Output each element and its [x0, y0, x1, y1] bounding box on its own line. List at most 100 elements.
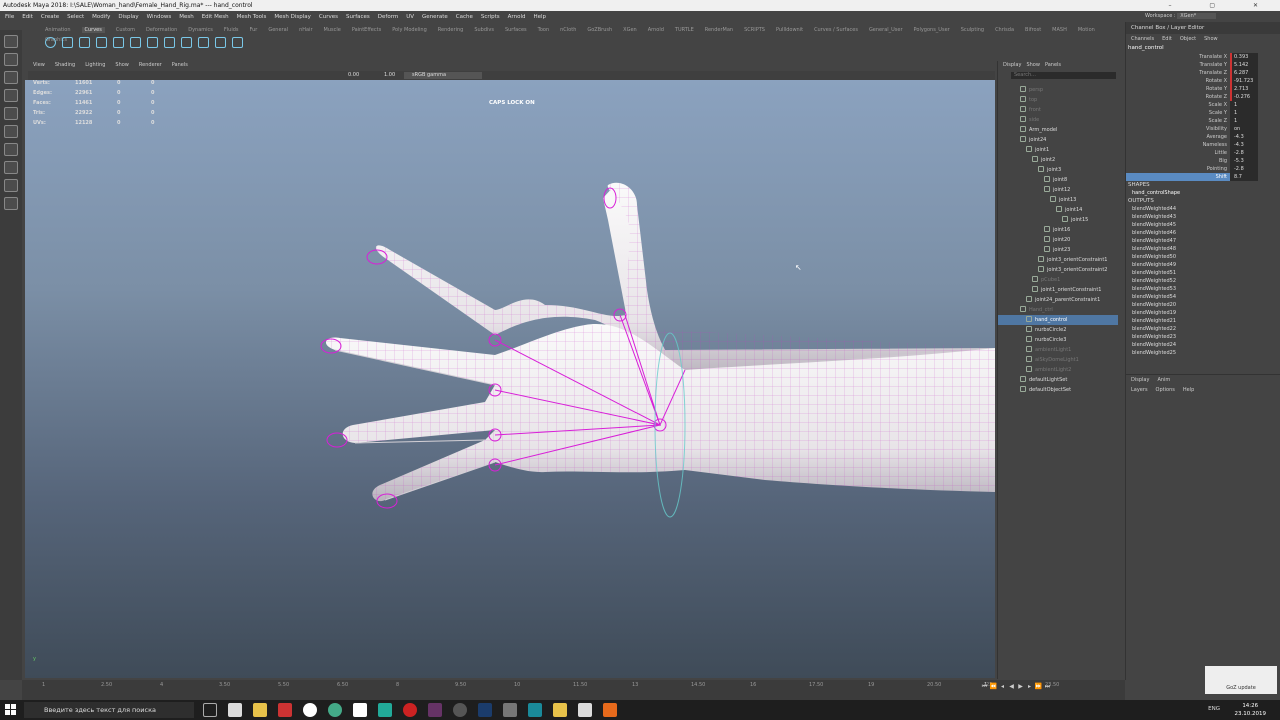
attribute-row[interactable]: Shift 8.7 — [1126, 173, 1280, 181]
layer-menu-item[interactable]: Options — [1156, 387, 1175, 393]
shelf-tab[interactable]: General — [268, 27, 288, 33]
attribute-value[interactable]: -0.276 — [1230, 93, 1258, 101]
output-node[interactable]: blendWeighted24 — [1126, 341, 1280, 349]
offset-curve-icon[interactable] — [215, 37, 226, 48]
output-node[interactable]: blendWeighted20 — [1126, 301, 1280, 309]
attribute-value[interactable]: -2.8 — [1230, 149, 1258, 157]
shelf-tab[interactable]: Poly Modeling — [392, 27, 427, 33]
viewport-panel[interactable]: Verts: 11601 0 0 Edges: 22961 0 0 Faces: 11461 0 0 T… — [25, 80, 995, 678]
output-node[interactable]: blendWeighted51 — [1126, 269, 1280, 277]
shelf-tab[interactable]: Subdivs — [474, 27, 494, 33]
output-node[interactable]: blendWeighted49 — [1126, 261, 1280, 269]
shelf-tab[interactable]: Animation — [45, 27, 71, 33]
move-tool-icon[interactable] — [4, 89, 18, 102]
outliner-item[interactable]: side — [998, 115, 1118, 125]
outliner-item[interactable]: front — [998, 105, 1118, 115]
play-forward-icon[interactable]: ▶ — [1016, 683, 1025, 690]
four-view-icon[interactable] — [4, 179, 18, 192]
step-forward-key-icon[interactable]: ⏩ — [1034, 683, 1043, 690]
output-node[interactable]: blendWeighted50 — [1126, 253, 1280, 261]
outliner-item[interactable]: persp — [998, 85, 1118, 95]
output-node[interactable]: blendWeighted46 — [1126, 229, 1280, 237]
layer-tab[interactable]: Display — [1131, 377, 1149, 383]
outliner-item[interactable]: nurbsCircle3 — [998, 335, 1118, 345]
shelf-tab[interactable]: PaintEffects — [352, 27, 381, 33]
attribute-value[interactable]: 5.142 — [1230, 61, 1258, 69]
outliner-item[interactable]: joint24 — [998, 135, 1118, 145]
menu-item[interactable]: File — [5, 14, 14, 20]
clock[interactable]: 14:26 23.10.2019 — [1235, 702, 1267, 718]
menu-item[interactable]: Create — [41, 14, 59, 20]
attribute-value[interactable]: -5.3 — [1230, 157, 1258, 165]
obs-icon[interactable] — [453, 703, 467, 717]
outliner-item[interactable]: joint13 — [998, 195, 1118, 205]
last-tool-icon[interactable] — [4, 143, 18, 156]
menu-item[interactable]: Modify — [92, 14, 110, 20]
outliner-item[interactable]: joint3 — [998, 165, 1118, 175]
skype-icon[interactable] — [403, 703, 417, 717]
attribute-row[interactable]: Visibility on — [1126, 125, 1280, 133]
nurbs-circle-icon[interactable] — [45, 37, 56, 48]
shelf-tab[interactable]: Bifrost — [1025, 27, 1041, 33]
chrome-icon[interactable] — [328, 703, 342, 717]
rebuild-curve-icon[interactable] — [181, 37, 192, 48]
reverse-curve-icon[interactable] — [198, 37, 209, 48]
attribute-row[interactable]: Big -5.3 — [1126, 157, 1280, 165]
xn-icon[interactable] — [428, 703, 442, 717]
attribute-row[interactable]: Scale X1 — [1126, 101, 1280, 109]
play-back-icon[interactable]: ◀ — [1007, 683, 1016, 690]
photoshop-icon[interactable] — [478, 703, 492, 717]
channel-box-menu-item[interactable]: Edit — [1162, 36, 1172, 42]
attribute-value[interactable]: -4.3 — [1230, 133, 1258, 141]
output-node[interactable]: blendWeighted48 — [1126, 245, 1280, 253]
output-node[interactable]: blendWeighted45 — [1126, 221, 1280, 229]
menu-item[interactable]: Display — [118, 14, 138, 20]
menu-item[interactable]: Select — [67, 14, 84, 20]
step-forward-icon[interactable]: ▸ — [1025, 683, 1034, 690]
gamma-field[interactable]: 1.00 — [384, 72, 395, 78]
outliner-item[interactable]: joint15 — [998, 215, 1118, 225]
channel-box-node[interactable]: hand_control — [1126, 44, 1280, 53]
attribute-row[interactable]: Little -2.8 — [1126, 149, 1280, 157]
windows-start-icon[interactable] — [5, 704, 17, 716]
fillet-curve-icon[interactable] — [232, 37, 243, 48]
zbrush-icon[interactable] — [503, 703, 517, 717]
output-node[interactable]: blendWeighted22 — [1126, 325, 1280, 333]
attribute-row[interactable]: Nameless -4.3 — [1126, 141, 1280, 149]
shelf-tab[interactable]: Chrisda — [995, 27, 1014, 33]
shelf-tab[interactable]: Curves / Surfaces — [814, 27, 858, 33]
shelf-tab[interactable]: XGen — [623, 27, 637, 33]
menu-item[interactable]: Generate — [422, 14, 448, 20]
outliner-item[interactable]: joint3_orientConstraint2 — [998, 265, 1118, 275]
attribute-row[interactable]: Pointing -2.8 — [1126, 165, 1280, 173]
menu-item[interactable]: UV — [406, 14, 414, 20]
attribute-value[interactable]: -91.723 — [1230, 77, 1258, 85]
cv-curve-icon[interactable] — [79, 37, 90, 48]
output-node[interactable]: blendWeighted54 — [1126, 293, 1280, 301]
shelf-tab[interactable]: Polygons_User — [914, 27, 950, 33]
outliner-item[interactable]: joint3_orientConstraint1 — [998, 255, 1118, 265]
notepad-icon[interactable] — [353, 703, 367, 717]
outliner-item[interactable]: Arm_model — [998, 125, 1118, 135]
shelf-tab[interactable]: Curves — [81, 27, 105, 33]
output-node[interactable]: blendWeighted21 — [1126, 317, 1280, 325]
channel-box-menu-item[interactable]: Object — [1180, 36, 1196, 42]
output-node[interactable]: blendWeighted25 — [1126, 349, 1280, 357]
maya-icon[interactable] — [528, 703, 542, 717]
goz-notification[interactable]: GoZ update — [1205, 666, 1277, 694]
attribute-value[interactable]: 6.287 — [1230, 69, 1258, 77]
outliner-item[interactable]: joint20 — [998, 235, 1118, 245]
language-indicator[interactable]: ENG — [1208, 706, 1220, 712]
explorer-icon[interactable] — [553, 703, 567, 717]
shelf-tab[interactable]: MASH — [1052, 27, 1067, 33]
layer-menu-item[interactable]: Help — [1183, 387, 1194, 393]
attribute-value[interactable]: 0.393 — [1230, 53, 1258, 61]
color-space-dropdown[interactable]: sRGB gamma — [404, 72, 482, 79]
shelf-tab[interactable]: Fur — [250, 27, 258, 33]
viewport-menu-item[interactable]: Show — [115, 62, 129, 68]
outliner-item[interactable]: nurbsCircle2 — [998, 325, 1118, 335]
menu-item[interactable]: Mesh Tools — [237, 14, 267, 20]
time-slider[interactable]: 1 2.50 4 3.50 5.50 6.50 8 9.50 10 11.50 13 14.50 16 1… — [22, 680, 1125, 700]
detach-curve-icon[interactable] — [164, 37, 175, 48]
shelf-tab[interactable]: GoZBrush — [587, 27, 612, 33]
